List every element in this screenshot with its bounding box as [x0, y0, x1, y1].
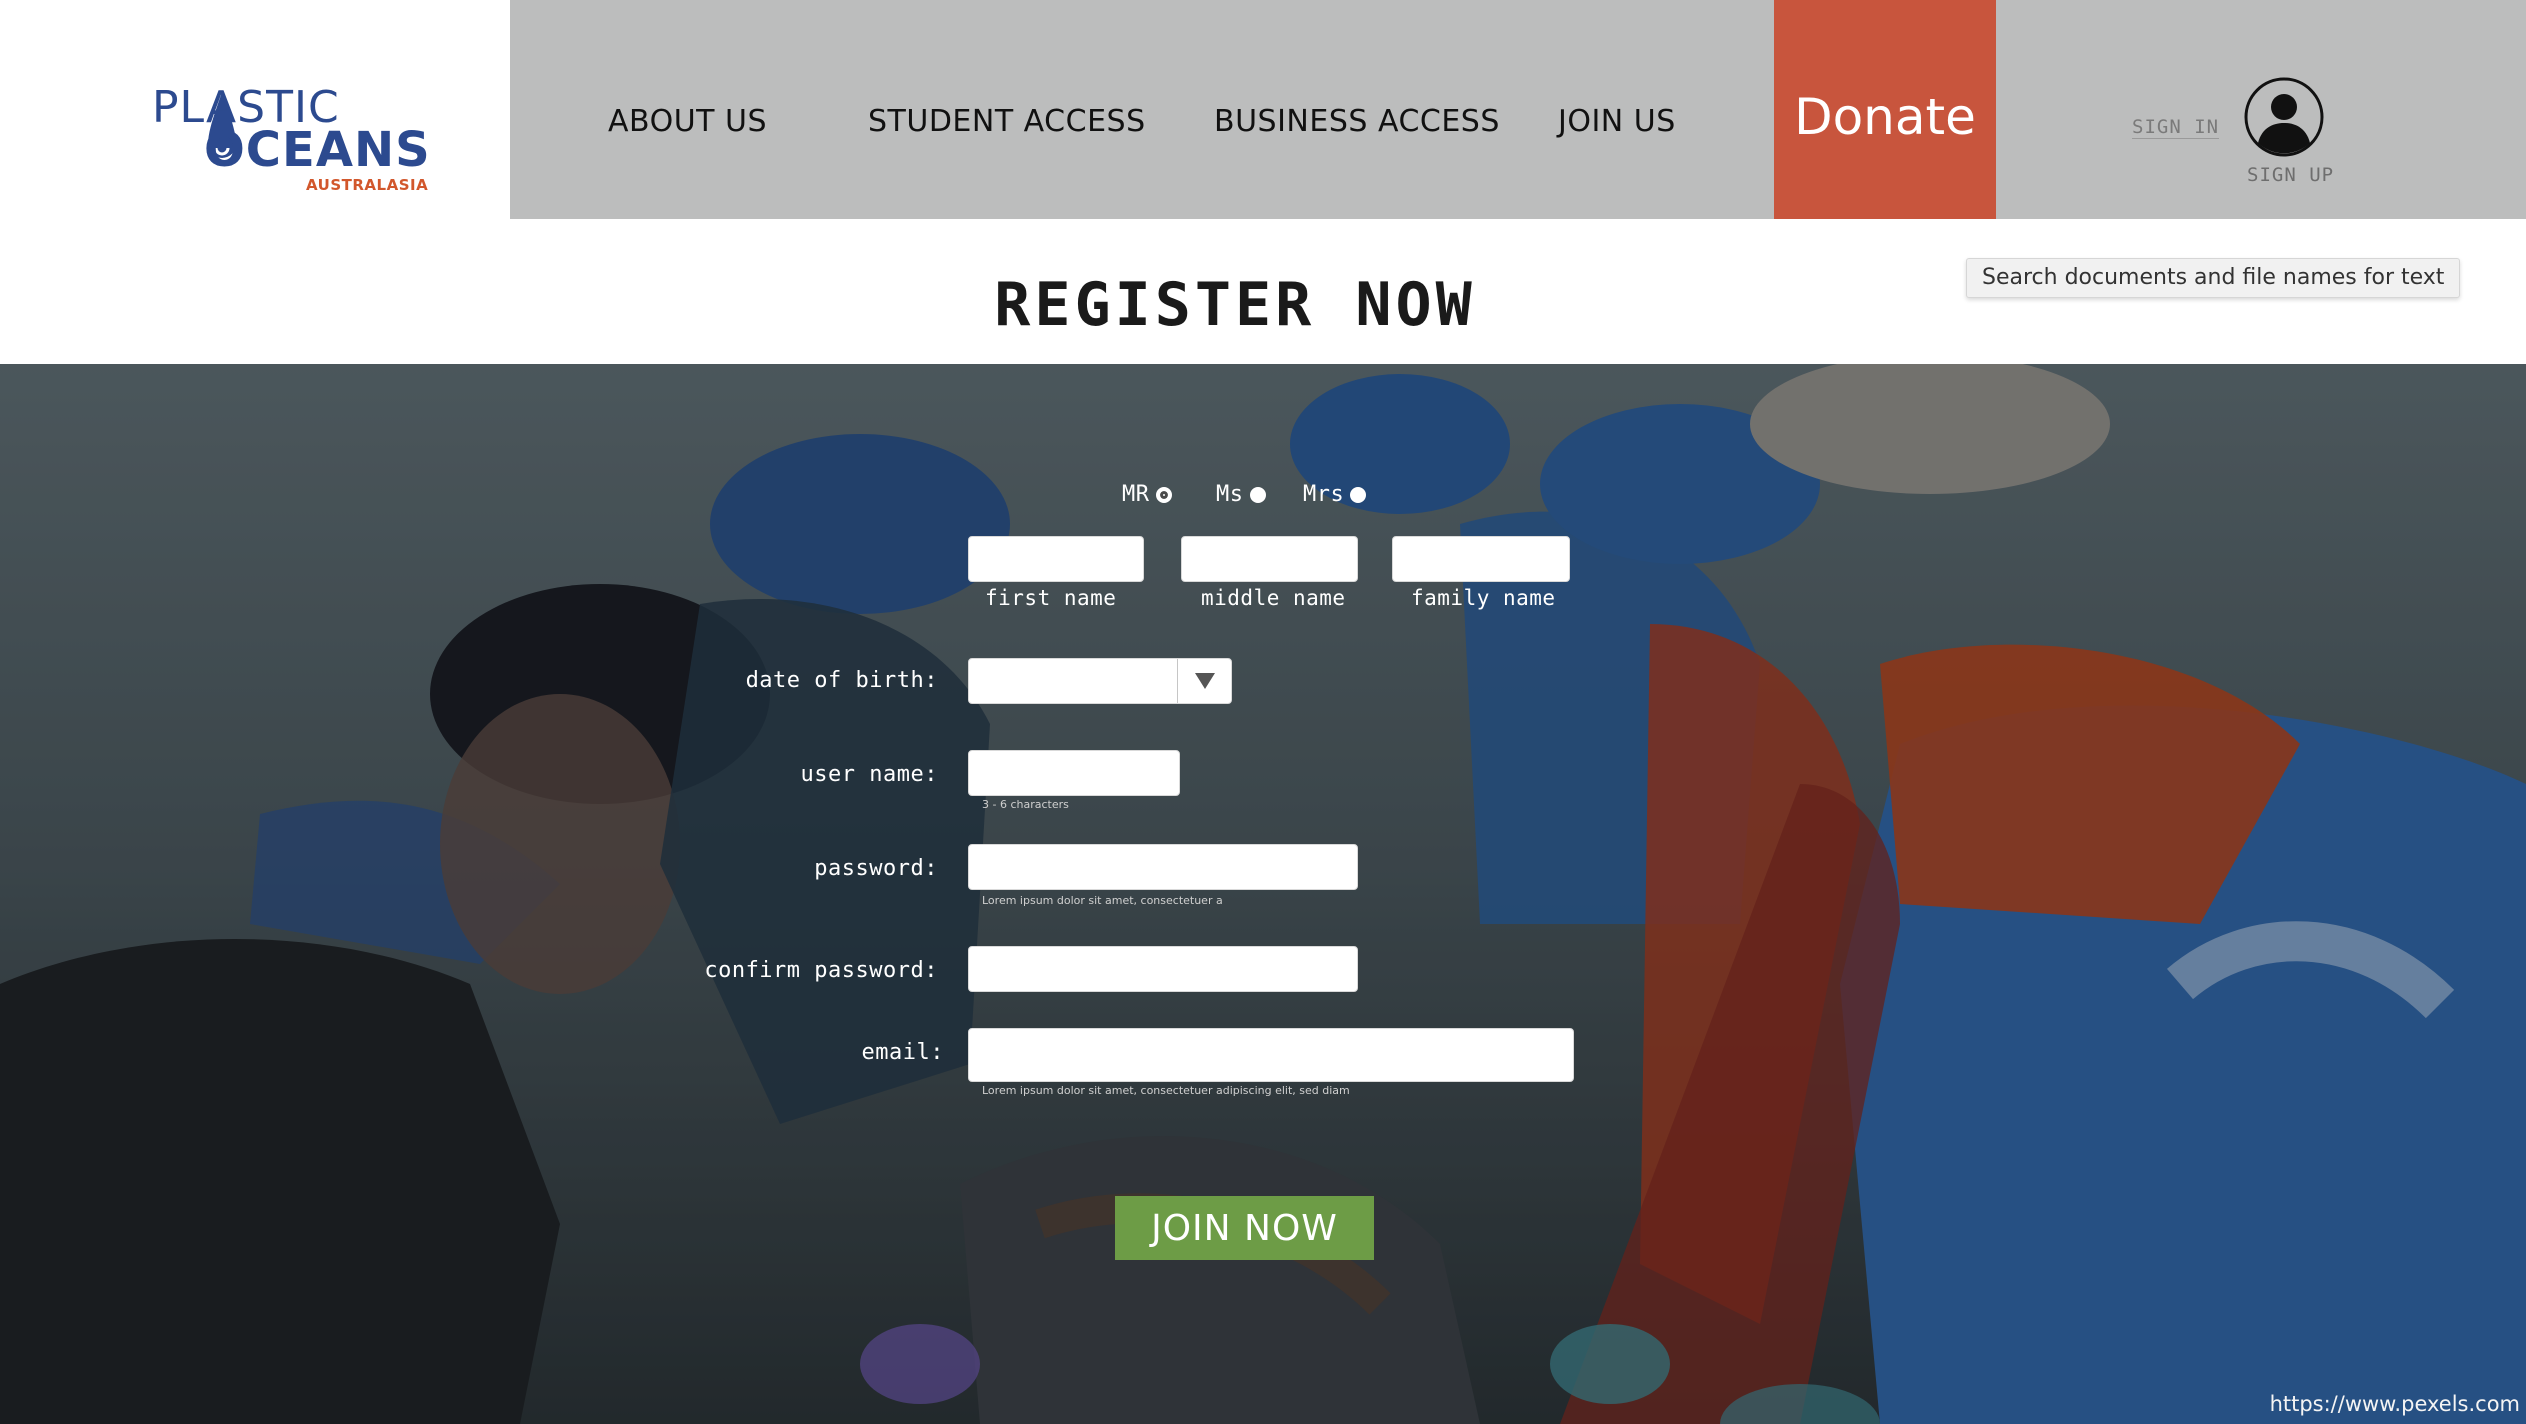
salutation-mrs[interactable]: Mrs: [1303, 482, 1367, 507]
radio-ms[interactable]: [1249, 486, 1266, 503]
salutation-ms-label: Ms: [1216, 482, 1244, 507]
sign-up-link[interactable]: SIGN UP: [2247, 164, 2334, 186]
email-label: email:: [861, 1040, 944, 1065]
email-hint: Lorem ipsum dolor sit amet, consectetuer…: [982, 1084, 1350, 1097]
logo-text-oceans: OCEANS: [204, 122, 431, 178]
salutation-mrs-label: Mrs: [1303, 482, 1345, 507]
confirm-password-label: confirm password:: [704, 958, 938, 983]
hero-section: MR Ms Mrs first name middle name family …: [0, 364, 2526, 1424]
radio-mr[interactable]: [1155, 486, 1172, 503]
dob-label: date of birth:: [745, 668, 938, 693]
salutation-mr[interactable]: MR: [1122, 482, 1172, 507]
nav-business-access[interactable]: BUSINESS ACCESS: [1214, 104, 1500, 139]
confirm-password-input[interactable]: [968, 946, 1358, 992]
dob-select[interactable]: [968, 658, 1232, 704]
join-now-button[interactable]: JOIN NOW: [1115, 1196, 1374, 1260]
family-name-input[interactable]: [1392, 536, 1570, 582]
logo-area: PLASTIC OCEANS AUSTRALASIA: [0, 0, 510, 219]
hero-background-photo: [0, 364, 2526, 1424]
photo-credit: https://www.pexels.com: [2269, 1392, 2520, 1416]
family-name-label: family name: [1411, 586, 1556, 610]
username-hint: 3 - 6 characters: [982, 798, 1069, 811]
email-input[interactable]: [968, 1028, 1574, 1082]
salutation-ms[interactable]: Ms: [1216, 482, 1266, 507]
username-label: user name:: [800, 762, 938, 787]
password-hint: Lorem ipsum dolor sit amet, consectetuer…: [982, 894, 1223, 907]
chevron-down-icon[interactable]: [1177, 659, 1231, 703]
user-circle-icon[interactable]: [2244, 77, 2324, 157]
search-tooltip: Search documents and file names for text: [1966, 258, 2461, 298]
password-input[interactable]: [968, 844, 1358, 890]
logo-text-australasia: AUSTRALASIA: [306, 176, 429, 194]
first-name-input[interactable]: [968, 536, 1144, 582]
donate-button[interactable]: Donate: [1774, 0, 1996, 219]
middle-name-label: middle name: [1201, 586, 1346, 610]
first-name-label: first name: [985, 586, 1117, 610]
nav-join-us[interactable]: JOIN US: [1558, 104, 1676, 139]
nav-student-access[interactable]: STUDENT ACCESS: [868, 104, 1146, 139]
password-label: password:: [814, 856, 938, 881]
nav-bar: [510, 0, 2526, 219]
radio-mrs[interactable]: [1350, 486, 1367, 503]
nav-about-us[interactable]: ABOUT US: [608, 104, 767, 139]
site-header: PLASTIC OCEANS AUSTRALASIA ABOUT US STUD…: [0, 0, 2526, 219]
sign-in-link[interactable]: SIGN IN: [2132, 116, 2220, 139]
username-input[interactable]: [968, 750, 1180, 796]
salutation-mr-label: MR: [1122, 482, 1150, 507]
middle-name-input[interactable]: [1181, 536, 1358, 582]
plastic-oceans-logo[interactable]: PLASTIC OCEANS AUSTRALASIA: [152, 84, 430, 195]
